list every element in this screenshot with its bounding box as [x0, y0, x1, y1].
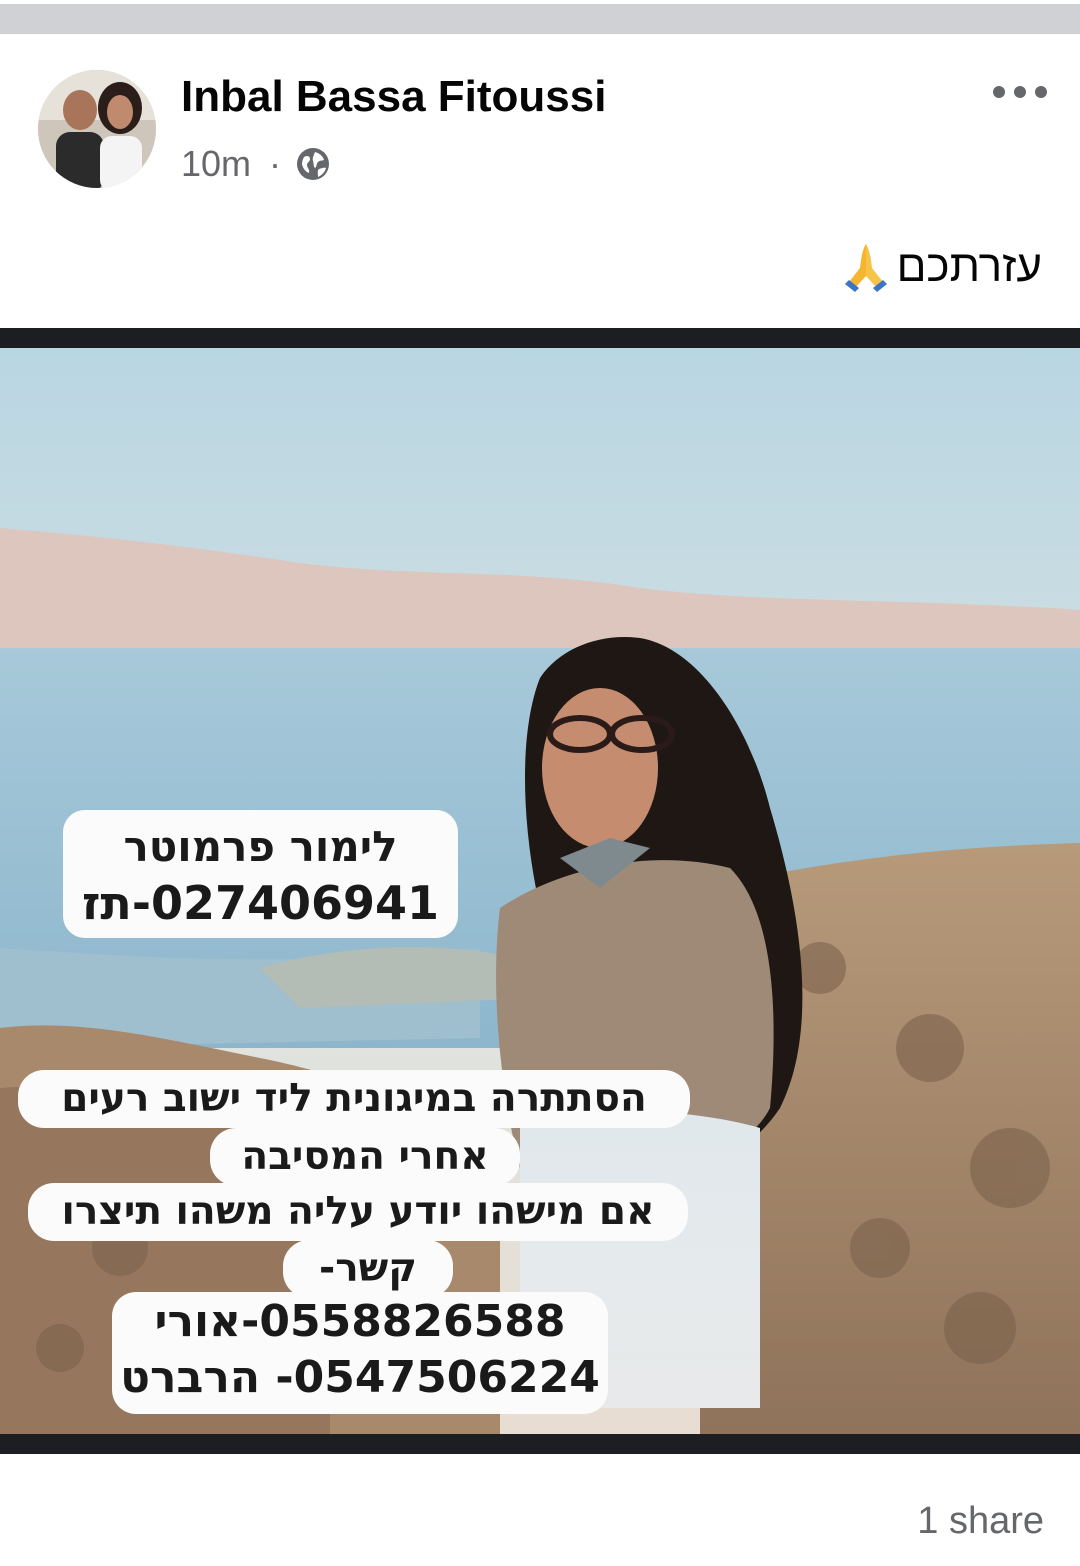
shares-count[interactable]: 1 share [917, 1500, 1044, 1543]
avatar-photo [38, 70, 156, 188]
post-text: עזרתכם [839, 240, 1042, 294]
message-line: אם מישהו יודע עליה משהו תיצרו [28, 1183, 688, 1241]
missing-person-id: 027406941-תז [82, 876, 439, 930]
author-name[interactable]: Inbal Bassa Fitoussi [181, 72, 606, 122]
message-line: אחרי המסיבה [210, 1128, 520, 1186]
globe-icon [297, 148, 330, 180]
post-image[interactable]: לימור פרמוטר 027406941-תז הסתתרה במיגוני… [0, 328, 1080, 1454]
more-options-icon[interactable] [993, 80, 1047, 104]
post-text-content: עזרתכם [896, 242, 1042, 291]
contact-phone: 0558826588-אורי [154, 1296, 566, 1347]
post-meta: 10m · [181, 142, 331, 186]
missing-person-name: לימור פרמוטר [123, 822, 398, 871]
contact-phones-box: 0558826588-אורי 0547506224- הרברט [112, 1292, 608, 1414]
meta-separator: · [269, 143, 282, 184]
author-avatar[interactable] [38, 70, 156, 188]
contact-phone: 0547506224- הרברט [120, 1352, 600, 1403]
message-line: הסתתרה במיגונית ליד ישוב רעים [18, 1070, 690, 1128]
post-time[interactable]: 10m [181, 143, 251, 185]
folded-hands-icon [844, 244, 887, 292]
top-separator [0, 0, 1080, 34]
missing-person-name-box: לימור פרמוטר 027406941-תז [63, 810, 458, 938]
message-line: קשר- [283, 1240, 453, 1298]
